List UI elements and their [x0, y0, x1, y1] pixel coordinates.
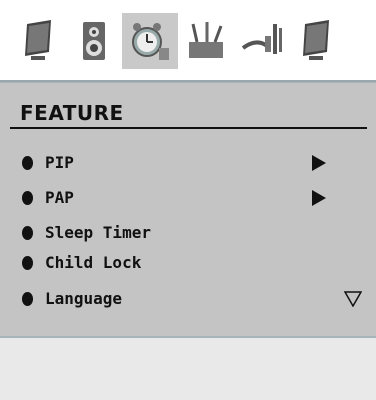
menu-item-label: PAP: [45, 188, 74, 207]
tab-source[interactable]: [234, 13, 290, 69]
feature-panel: FEATURE PIP PAP Sleep Timer Child Lock L…: [0, 82, 376, 338]
menu-item-label: Language: [45, 289, 123, 308]
submenu-arrow-icon: [312, 155, 326, 171]
bullet-icon: [22, 226, 33, 240]
speaker-icon: [83, 22, 105, 60]
tab-picture[interactable]: [12, 13, 68, 69]
bullet-icon: [22, 191, 33, 205]
tab-pc[interactable]: [290, 13, 346, 69]
menu-item-pip[interactable]: PIP: [22, 153, 362, 177]
bullet-icon: [22, 292, 33, 306]
tab-feature[interactable]: [122, 13, 178, 69]
osd-menu: FEATURE PIP PAP Sleep Timer Child Lock L…: [0, 0, 376, 400]
panel-title: FEATURE: [20, 101, 124, 125]
menu-item-label: Sleep Timer: [45, 223, 151, 242]
menu-item-language[interactable]: Language: [22, 289, 362, 313]
title-divider: [10, 127, 367, 129]
scroll-down-arrow-icon[interactable]: [344, 291, 362, 307]
alarm-clock-icon: [132, 23, 169, 60]
tools-icon: [189, 22, 223, 58]
menu-item-sleep-timer[interactable]: Sleep Timer: [22, 223, 362, 247]
submenu-arrow-icon: [312, 190, 326, 206]
bullet-icon: [22, 156, 33, 170]
bullet-icon: [22, 256, 33, 270]
menu-tab-bar: [0, 0, 376, 82]
cable-connector-icon: [241, 24, 282, 54]
display-icon: [25, 20, 51, 60]
menu-item-pap[interactable]: PAP: [22, 188, 362, 212]
menu-item-child-lock[interactable]: Child Lock: [22, 253, 362, 277]
menu-item-label: PIP: [45, 153, 74, 172]
display-icon: [303, 20, 329, 60]
menu-item-label: Child Lock: [45, 253, 142, 272]
info-bar: [0, 338, 376, 400]
tab-sound[interactable]: [66, 13, 122, 69]
tab-setup[interactable]: [178, 13, 234, 69]
